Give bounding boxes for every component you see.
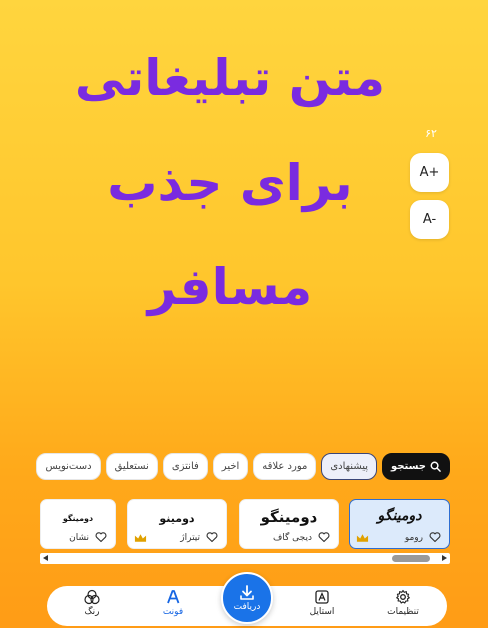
crown-icon (356, 534, 369, 542)
nav-settings-label: تنظیمات (387, 607, 419, 617)
heart-icon[interactable] (429, 531, 441, 543)
font-name: دیجی گاف (272, 533, 312, 543)
heart-icon[interactable] (206, 531, 218, 543)
nav-font-label: فونت (162, 607, 184, 617)
style-icon (315, 590, 329, 604)
font-card-neshan[interactable]: دومینگو نشان (40, 499, 116, 549)
font-size-counter: ۶۲ (425, 127, 437, 140)
color-circles-icon (84, 589, 100, 605)
chip-handwriting[interactable]: دست‌نویس (36, 452, 101, 480)
download-icon (240, 585, 254, 600)
search-chip[interactable]: جستجو (382, 452, 450, 480)
nav-style[interactable]: استایل (292, 589, 352, 617)
decrease-size-button[interactable]: A- (410, 200, 449, 239)
download-label: دریافت (233, 602, 261, 612)
font-card-digi-gaf[interactable]: دومینگو دیجی گاف (239, 499, 339, 549)
increase-size-button[interactable]: A+ (410, 153, 449, 192)
nav-font[interactable]: فونت (143, 589, 203, 617)
nav-style-label: استایل (309, 607, 335, 617)
nav-color[interactable]: رنگ (62, 589, 122, 617)
font-name: نشان (69, 533, 89, 543)
font-list-scrollbar[interactable] (40, 553, 450, 564)
nav-settings[interactable]: تنظیمات (373, 589, 433, 617)
scroll-right-arrow-icon[interactable] (442, 555, 447, 561)
scrollbar-thumb[interactable] (392, 555, 430, 562)
headline-line-3[interactable]: مسافر (40, 262, 420, 312)
font-sample: دومینگو (62, 514, 94, 523)
search-chip-label: جستجو (391, 460, 426, 472)
font-name: رومو (404, 533, 423, 543)
heart-icon[interactable] (95, 531, 107, 543)
font-sample: دومینگو (377, 508, 422, 524)
font-filter-bar: جستجو پیشنهادی مورد علاقه اخیر فانتزی نس… (36, 452, 450, 480)
headline-line-1[interactable]: متن تبلیغاتی (40, 53, 420, 103)
chip-recent[interactable]: اخیر (212, 452, 249, 480)
search-icon (430, 461, 441, 472)
font-icon (167, 590, 180, 604)
font-list: دومینگو رومو دومینگو دیجی گاف دومینو تیت… (38, 499, 450, 549)
gear-icon (396, 589, 410, 604)
font-card-romo[interactable]: دومینگو رومو (349, 499, 450, 549)
chip-fantasy[interactable]: فانتزی (162, 452, 208, 480)
chip-suggested[interactable]: پیشنهادی (321, 452, 378, 480)
font-card-titraj[interactable]: دومینو تیتراژ (127, 499, 227, 549)
scroll-left-arrow-icon[interactable] (43, 555, 48, 561)
font-sample: دومینگو (260, 508, 318, 526)
download-button[interactable]: دریافت (221, 572, 273, 624)
font-name: تیتراژ (180, 533, 200, 543)
heart-icon[interactable] (318, 531, 330, 543)
font-sample: دومینو (159, 512, 195, 525)
nav-color-label: رنگ (84, 607, 100, 617)
headline-line-2[interactable]: برای جذب (40, 158, 420, 208)
crown-icon (134, 534, 147, 542)
chip-favorites[interactable]: مورد علاقه (253, 452, 317, 480)
chip-nastaliq[interactable]: نستعلیق (105, 452, 158, 480)
